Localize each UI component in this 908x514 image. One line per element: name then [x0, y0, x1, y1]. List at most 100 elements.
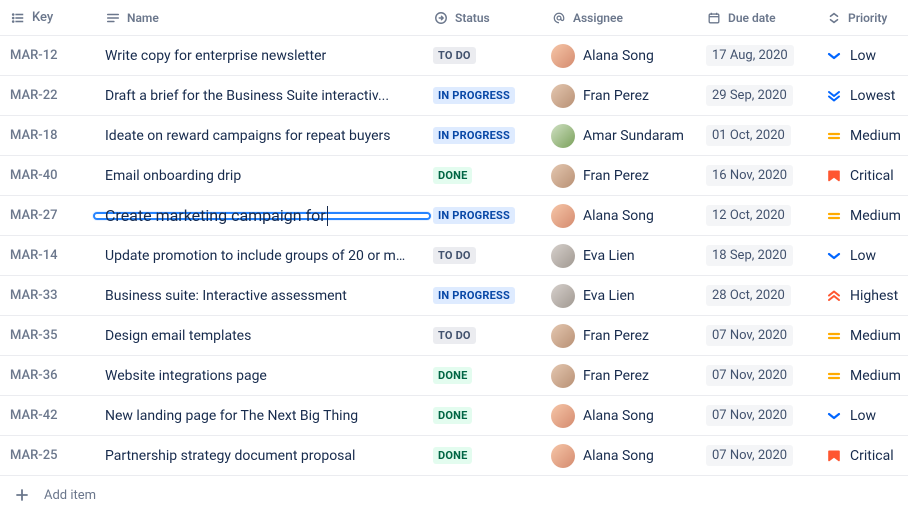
issue-name: Ideate on reward campaigns for repeat bu…: [105, 128, 391, 144]
issue-key[interactable]: MAR-42: [0, 408, 95, 423]
column-header-status-label: Status: [455, 11, 490, 25]
issue-name-cell[interactable]: Write copy for enterprise newsletter: [95, 48, 423, 64]
status-cell[interactable]: DONE: [423, 167, 541, 184]
assignee-cell[interactable]: Fran Perez: [541, 324, 696, 348]
column-header-priority[interactable]: Priority: [816, 10, 908, 26]
priority-cell[interactable]: Critical: [816, 168, 908, 184]
due-date-cell[interactable]: 07 Nov, 2020: [696, 405, 816, 426]
table-row[interactable]: MAR-36Website integrations pageDONEFran …: [0, 356, 908, 396]
column-header-name[interactable]: Name: [95, 10, 423, 26]
status-cell[interactable]: TO DO: [423, 47, 541, 64]
status-cell[interactable]: TO DO: [423, 327, 541, 344]
assignee-cell[interactable]: Alana Song: [541, 404, 696, 428]
status-badge: IN PROGRESS: [433, 127, 515, 144]
priority-cell[interactable]: Medium: [816, 208, 908, 224]
table-row[interactable]: MAR-25Partnership strategy document prop…: [0, 436, 908, 476]
column-header-key-label: Key: [32, 10, 53, 25]
priority-cell[interactable]: Medium: [816, 328, 908, 344]
table-row[interactable]: MAR-22Draft a brief for the Business Sui…: [0, 76, 908, 116]
due-date-cell[interactable]: 01 Oct, 2020: [696, 125, 816, 146]
assignee-cell[interactable]: Alana Song: [541, 204, 696, 228]
assignee-cell[interactable]: Eva Lien: [541, 244, 696, 268]
table-row[interactable]: MAR-33 Business suite: Interactive assess…: [0, 276, 908, 316]
issue-name-cell[interactable]: Partnership strategy document proposal: [95, 448, 423, 464]
issue-key[interactable]: MAR-18: [0, 128, 95, 143]
priority-low-icon: [826, 248, 842, 264]
issue-key[interactable]: MAR-36: [0, 368, 95, 383]
status-cell[interactable]: IN PROGRESS: [423, 287, 541, 304]
status-cell[interactable]: DONE: [423, 367, 541, 384]
table-row[interactable]: MAR-40Email onboarding dripDONE Fran Pere…: [0, 156, 908, 196]
priority-cell[interactable]: Low: [816, 408, 908, 424]
due-date-cell[interactable]: 18 Sep, 2020: [696, 245, 816, 266]
assignee-name: Alana Song: [583, 48, 654, 64]
table-row[interactable]: MAR-35Design email templates TO DO Fran Pe…: [0, 316, 908, 356]
issue-name-cell[interactable]: Email onboarding drip: [95, 168, 423, 184]
add-item-label: Add item: [44, 488, 96, 503]
status-cell[interactable]: IN PROGRESS: [423, 207, 541, 224]
table-row[interactable]: MAR-12Write copy for enterprise newslett…: [0, 36, 908, 76]
due-date-cell[interactable]: 16 Nov, 2020: [696, 165, 816, 186]
issue-key[interactable]: MAR-33: [0, 288, 95, 303]
column-header-key[interactable]: Key: [0, 10, 95, 26]
table-row[interactable]: MAR-27 Create marketing campaign for IN PR…: [0, 196, 908, 236]
priority-cell[interactable]: Lowest: [816, 88, 908, 104]
issue-key[interactable]: MAR-27: [0, 208, 95, 223]
issue-name-cell[interactable]: Draft a brief for the Business Suite int…: [95, 88, 423, 104]
issue-name-cell[interactable]: Design email templates: [95, 328, 423, 344]
priority-cell[interactable]: Low: [816, 248, 908, 264]
due-date-cell[interactable]: 12 Oct, 2020: [696, 205, 816, 226]
due-date-cell[interactable]: 07 Nov, 2020: [696, 365, 816, 386]
table-row[interactable]: MAR-42New landing page for The Next Big …: [0, 396, 908, 436]
status-cell[interactable]: DONE: [423, 447, 541, 464]
assignee-name: Fran Perez: [583, 168, 649, 184]
column-header-assignee[interactable]: Assignee: [541, 10, 696, 26]
date-chip: 29 Sep, 2020: [706, 85, 793, 106]
assignee-cell[interactable]: Fran Perez: [541, 84, 696, 108]
issue-name-cell[interactable]: New landing page for The Next Big Thing: [95, 408, 423, 424]
add-item-button[interactable]: Add item: [0, 476, 908, 514]
status-cell[interactable]: TO DO: [423, 247, 541, 264]
text-caret: [327, 206, 328, 226]
priority-label: Medium: [850, 328, 901, 344]
priority-cell[interactable]: Critical: [816, 448, 908, 464]
table-row[interactable]: MAR-14Update promotion to include groups…: [0, 236, 908, 276]
assignee-cell[interactable]: Fran Perez: [541, 364, 696, 388]
avatar: [551, 444, 575, 468]
status-cell[interactable]: DONE: [423, 407, 541, 424]
issue-key[interactable]: MAR-40: [0, 168, 95, 183]
due-date-cell[interactable]: 28 Oct, 2020: [696, 285, 816, 306]
name-input[interactable]: Create marketing campaign for: [105, 206, 326, 225]
assignee-cell[interactable]: Alana Song: [541, 44, 696, 68]
priority-cell[interactable]: Medium: [816, 128, 908, 144]
column-header-status[interactable]: Status: [423, 10, 541, 26]
table-row[interactable]: MAR-18 Ideate on reward campaigns for rep…: [0, 116, 908, 156]
column-header-due[interactable]: Due date: [696, 10, 816, 26]
issue-name: Business suite: Interactive assessment: [105, 288, 347, 304]
issue-name-cell[interactable]: Website integrations page: [95, 368, 423, 384]
due-date-cell[interactable]: 07 Nov, 2020: [696, 325, 816, 346]
issue-name-cell[interactable]: Ideate on reward campaigns for repeat bu…: [95, 128, 423, 144]
assignee-cell[interactable]: Alana Song: [541, 444, 696, 468]
status-cell[interactable]: IN PROGRESS: [423, 87, 541, 104]
status-cell[interactable]: IN PROGRESS: [423, 127, 541, 144]
due-date-cell[interactable]: 07 Nov, 2020: [696, 445, 816, 466]
issue-key[interactable]: MAR-35: [0, 328, 95, 343]
issue-key[interactable]: MAR-25: [0, 448, 95, 463]
issue-name-cell[interactable]: Update promotion to include groups of 20…: [95, 248, 423, 264]
status-badge: TO DO: [433, 327, 476, 344]
priority-cell[interactable]: Medium: [816, 368, 908, 384]
assignee-cell[interactable]: Amar Sundaram: [541, 124, 696, 148]
assignee-cell[interactable]: Eva Lien: [541, 284, 696, 308]
due-date-cell[interactable]: 29 Sep, 2020: [696, 85, 816, 106]
text-icon: [105, 10, 121, 26]
issue-key[interactable]: MAR-14: [0, 248, 95, 263]
assignee-cell[interactable]: Fran Perez: [541, 164, 696, 188]
date-chip: 07 Nov, 2020: [706, 365, 793, 386]
priority-cell[interactable]: Highest: [816, 288, 908, 304]
issue-name-cell[interactable]: Business suite: Interactive assessment: [95, 288, 423, 304]
issue-key[interactable]: MAR-22: [0, 88, 95, 103]
due-date-cell[interactable]: 17 Aug, 2020: [696, 45, 816, 66]
issue-key[interactable]: MAR-12: [0, 48, 95, 63]
priority-cell[interactable]: Low: [816, 48, 908, 64]
